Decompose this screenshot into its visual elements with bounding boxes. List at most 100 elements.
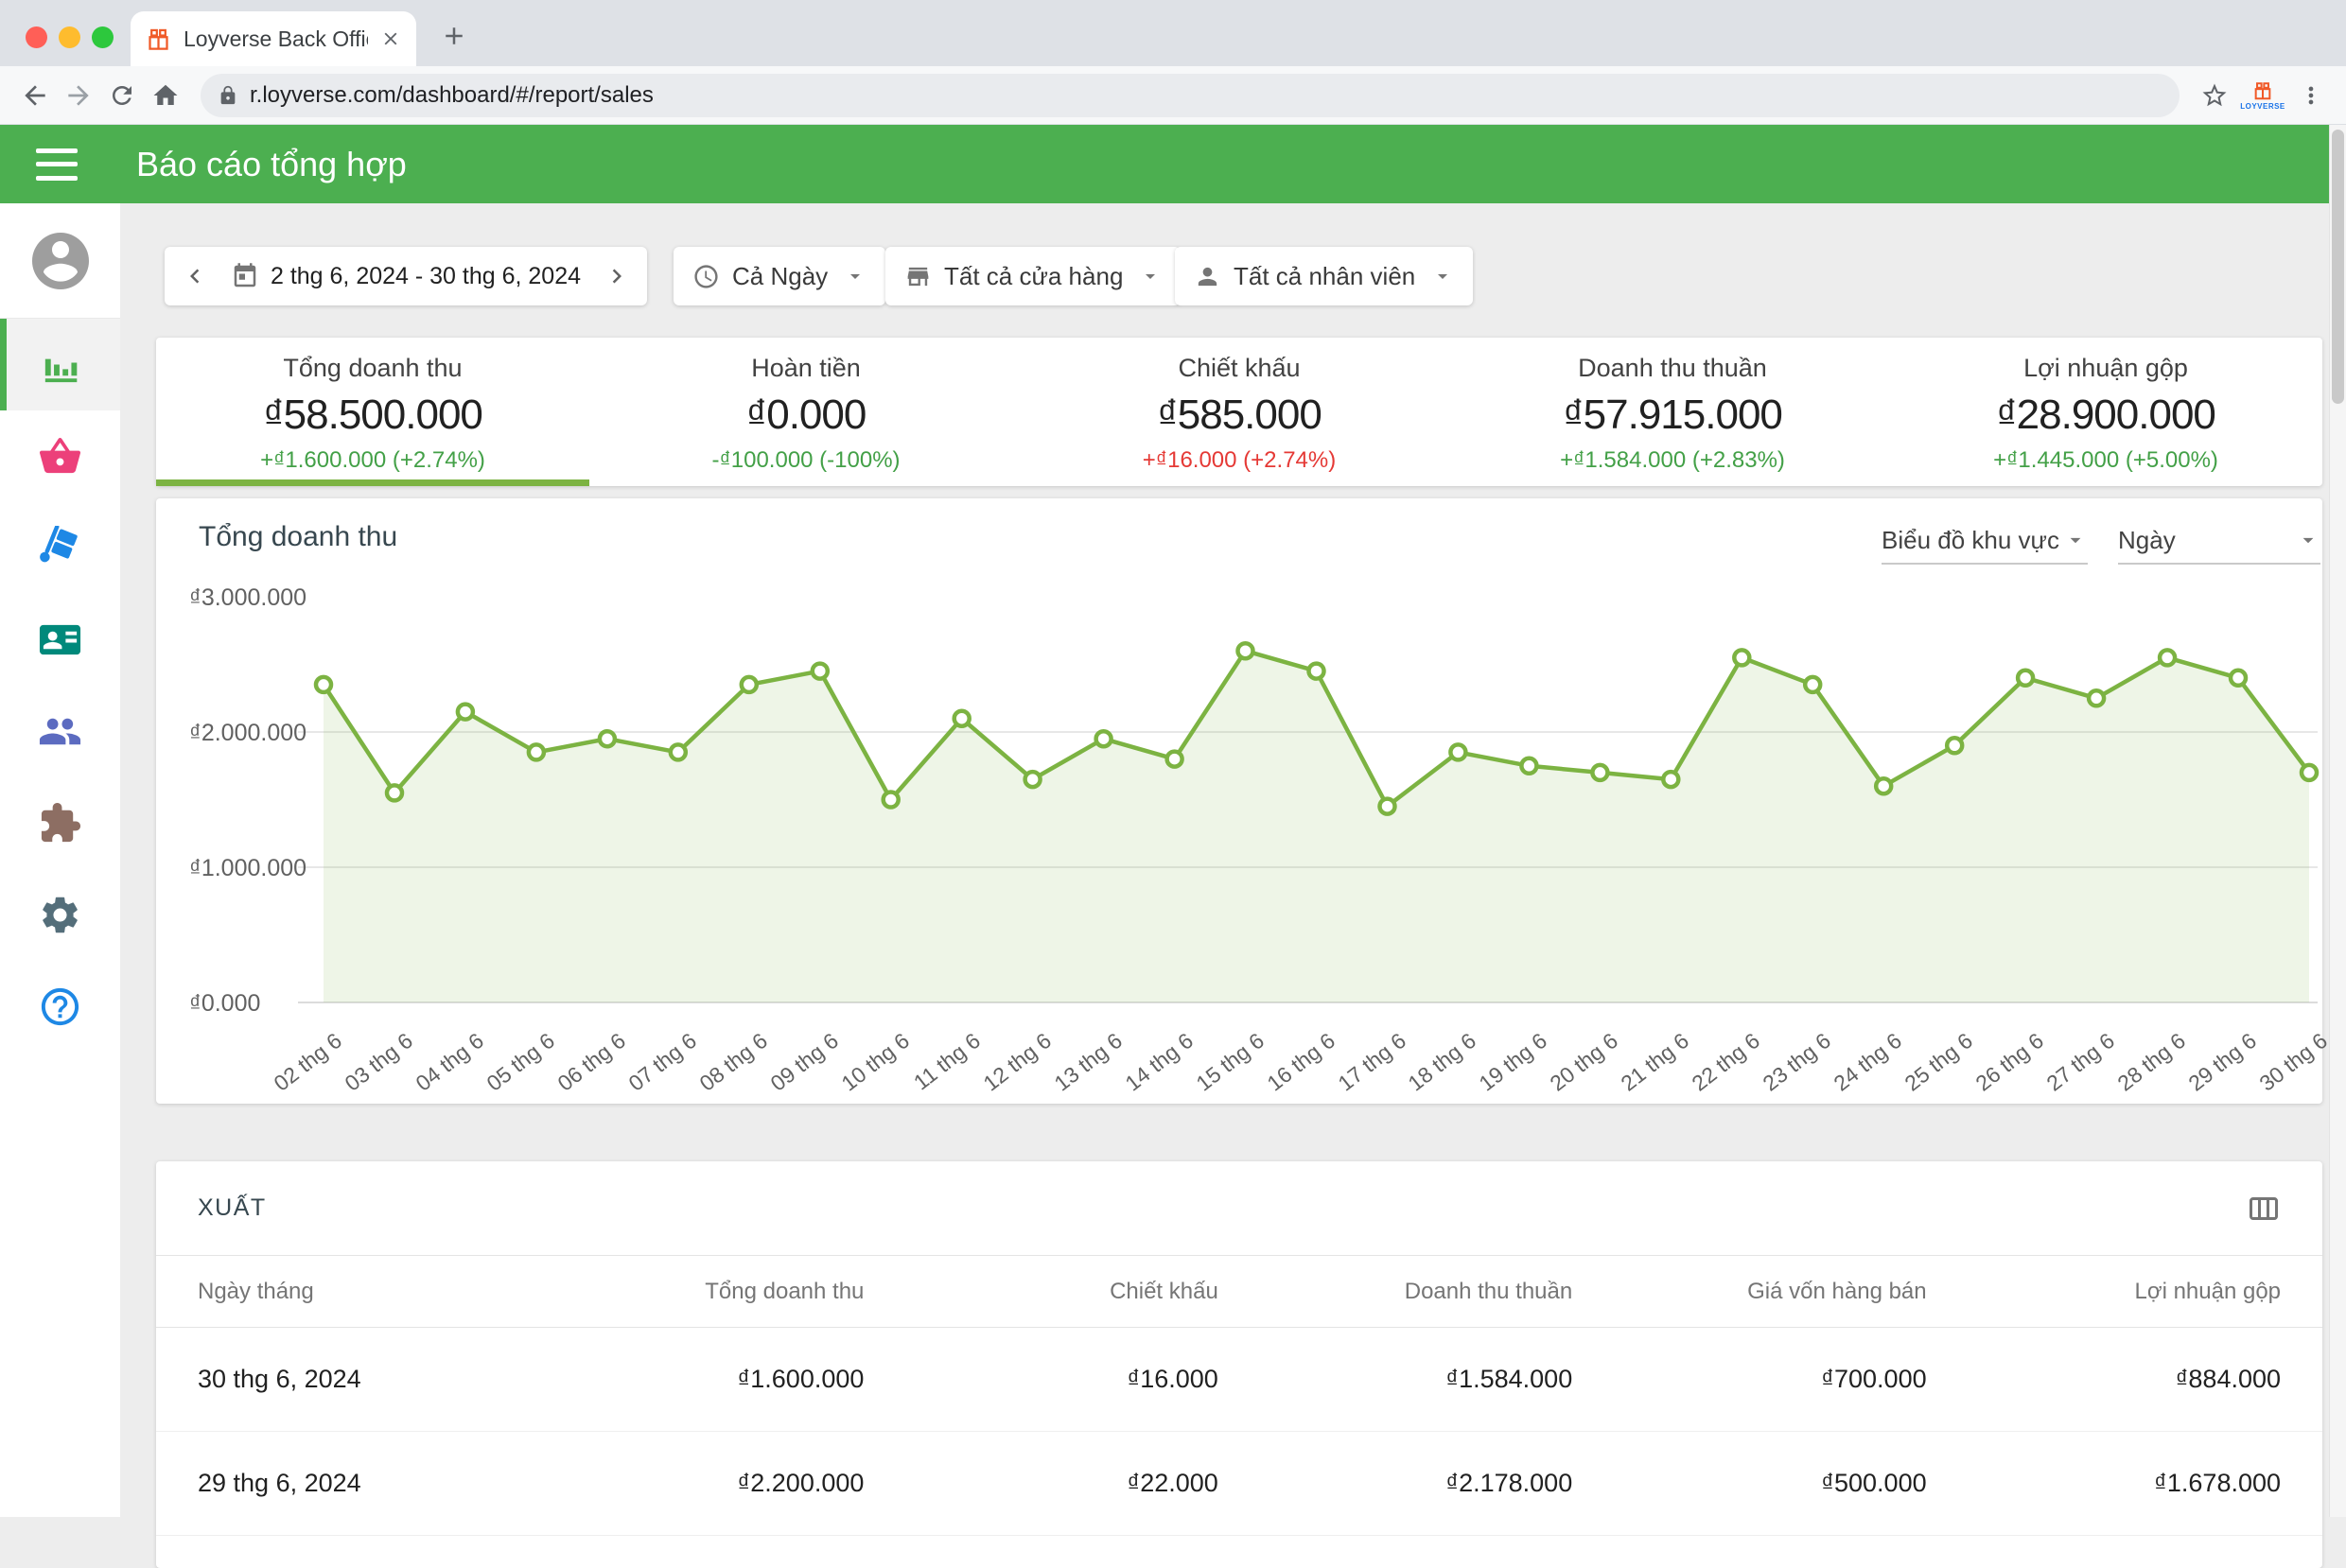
address-bar[interactable]: r.loyverse.com/dashboard/#/report/sales	[201, 74, 2180, 117]
chart-point[interactable]	[2089, 690, 2104, 706]
browser-toolbar: r.loyverse.com/dashboard/#/report/sales …	[0, 66, 2346, 125]
sidebar-item-items[interactable]	[0, 410, 120, 502]
column-header: Chiết khấu	[864, 1279, 1217, 1305]
tab-close-icon[interactable]	[380, 28, 401, 49]
column-header: Lợi nhuận gộp	[1927, 1279, 2281, 1305]
calendar-icon	[231, 262, 259, 290]
chart-point[interactable]	[1521, 758, 1536, 774]
cell-value: ₫16.000	[864, 1365, 1217, 1394]
app-bar: Báo cáo tổng hợp	[0, 125, 2329, 203]
sidebar-item-help[interactable]	[0, 961, 120, 1053]
chart-point[interactable]	[529, 744, 544, 759]
chart-point[interactable]	[1380, 799, 1395, 814]
chart-point[interactable]	[1592, 765, 1607, 780]
columns-icon[interactable]	[2247, 1192, 2281, 1226]
next-period-icon[interactable]	[592, 252, 641, 301]
chart-point[interactable]	[884, 793, 899, 808]
cell-date: 29 thg 6, 2024	[198, 1469, 510, 1498]
cell-value: ₫1.584.000	[1218, 1365, 1572, 1394]
forward-icon[interactable]	[57, 74, 100, 117]
sidebar-item-settings[interactable]	[0, 869, 120, 961]
new-tab-button[interactable]	[437, 19, 471, 53]
chart-point[interactable]	[458, 705, 473, 720]
time-filter[interactable]: Cả Ngày	[674, 247, 885, 305]
chart-point[interactable]	[1947, 738, 1962, 753]
y-axis-label: ₫3.000.000	[189, 584, 306, 611]
chart-point[interactable]	[600, 731, 615, 746]
date-range-label: 2 thg 6, 2024 - 30 thg 6, 2024	[271, 263, 581, 290]
chart-point[interactable]	[1450, 744, 1465, 759]
kpi-value: ₫58.500.000	[263, 392, 482, 439]
minimize-window-button[interactable]	[59, 26, 80, 48]
kpi-value: ₫585.000	[1157, 392, 1322, 439]
kpi-label: Chiết khấu	[1178, 354, 1300, 383]
close-window-button[interactable]	[26, 26, 47, 48]
kpi-tab-gross-sales[interactable]: Tổng doanh thu₫58.500.000+₫1.600.000 (+2…	[156, 338, 589, 486]
chart-point[interactable]	[316, 677, 331, 692]
sidebar-item-customers[interactable]	[0, 686, 120, 777]
avatar-icon	[26, 227, 95, 295]
chart-point[interactable]	[2018, 671, 2033, 686]
sidebar-item-reports[interactable]	[0, 319, 120, 410]
kpi-tab-refunds[interactable]: Hoàn tiền₫0.000-₫100.000 (-100%)	[589, 338, 1023, 486]
sidebar-profile[interactable]	[0, 203, 120, 319]
chart-point[interactable]	[954, 711, 970, 726]
bookmark-star-icon[interactable]	[2193, 74, 2236, 117]
kpi-tab-gross-profit[interactable]: Lợi nhuận gộp₫28.900.000+₫1.445.000 (+5.…	[1889, 338, 2322, 486]
kpi-value: ₫57.915.000	[1563, 392, 1782, 439]
chart-point[interactable]	[1096, 731, 1112, 746]
sidebar-item-integrations[interactable]	[0, 777, 120, 869]
chart-point[interactable]	[671, 744, 686, 759]
store-icon	[904, 263, 932, 290]
cell-value: ₫1.678.000	[1927, 1469, 2281, 1498]
chart-point[interactable]	[1309, 664, 1324, 679]
employee-filter[interactable]: Tất cả nhân viên	[1175, 247, 1473, 305]
scrollbar-thumb[interactable]	[2332, 130, 2344, 404]
chart-point[interactable]	[1663, 772, 1678, 787]
sidebar-item-inventory[interactable]	[0, 502, 120, 594]
chart-type-select[interactable]: Biểu đồ khu vực	[1882, 517, 2088, 565]
chart-point[interactable]	[2302, 765, 2317, 780]
help-icon	[38, 984, 82, 1029]
cell-value: ₫2.178.000	[1218, 1469, 1572, 1498]
home-icon[interactable]	[144, 74, 187, 117]
back-icon[interactable]	[13, 74, 57, 117]
previous-period-icon[interactable]	[170, 252, 219, 301]
maximize-window-button[interactable]	[92, 26, 114, 48]
chart-point[interactable]	[813, 664, 828, 679]
browser-tab[interactable]: Loyverse Back Office	[131, 11, 416, 66]
loyverse-extension-icon[interactable]: LOYVERSE	[2236, 74, 2289, 117]
hamburger-menu-icon[interactable]	[36, 148, 78, 181]
chart-point[interactable]	[387, 785, 402, 800]
chart-point[interactable]	[1167, 752, 1182, 767]
chart-point[interactable]	[1876, 778, 1891, 793]
chevron-down-icon	[844, 265, 867, 287]
column-header: Doanh thu thuần	[1218, 1279, 1572, 1305]
chart-point[interactable]	[742, 677, 757, 692]
sidebar-item-employees[interactable]	[0, 594, 120, 686]
browser-menu-icon[interactable]	[2289, 74, 2333, 117]
date-range-filter[interactable]: 2 thg 6, 2024 - 30 thg 6, 2024	[165, 247, 647, 305]
chart-interval-label: Ngày	[2118, 526, 2176, 555]
kpi-value: ₫28.900.000	[1996, 392, 2215, 439]
cell-value: ₫22.000	[864, 1469, 1217, 1498]
chart-area-fill	[324, 651, 2309, 1002]
store-filter[interactable]: Tất cả cửa hàng	[885, 247, 1181, 305]
kpi-delta: +₫16.000 (+2.74%)	[1143, 447, 1336, 474]
chart-point[interactable]	[1805, 677, 1820, 692]
kpi-tab-net-sales[interactable]: Doanh thu thuần₫57.915.000+₫1.584.000 (+…	[1456, 338, 1889, 486]
chart-point[interactable]	[1025, 772, 1041, 787]
column-header: Tổng doanh thu	[510, 1279, 864, 1305]
chart-point[interactable]	[1734, 650, 1749, 665]
chart-point[interactable]	[2160, 650, 2175, 665]
chart-interval-select[interactable]: Ngày	[2118, 517, 2320, 565]
reload-icon[interactable]	[100, 74, 144, 117]
chart-point[interactable]	[2231, 671, 2246, 686]
bar-chart-icon	[38, 342, 82, 387]
export-button[interactable]: XUẤT	[198, 1194, 267, 1222]
scrollbar-track[interactable]	[2329, 125, 2346, 1517]
chart-point[interactable]	[1238, 643, 1253, 658]
sidebar	[0, 203, 120, 1517]
kpi-tab-discounts[interactable]: Chiết khấu ₫585.000 +₫16.000 (+2.74%)	[1023, 338, 1456, 486]
cell-value: ₫500.000	[1572, 1469, 1926, 1498]
